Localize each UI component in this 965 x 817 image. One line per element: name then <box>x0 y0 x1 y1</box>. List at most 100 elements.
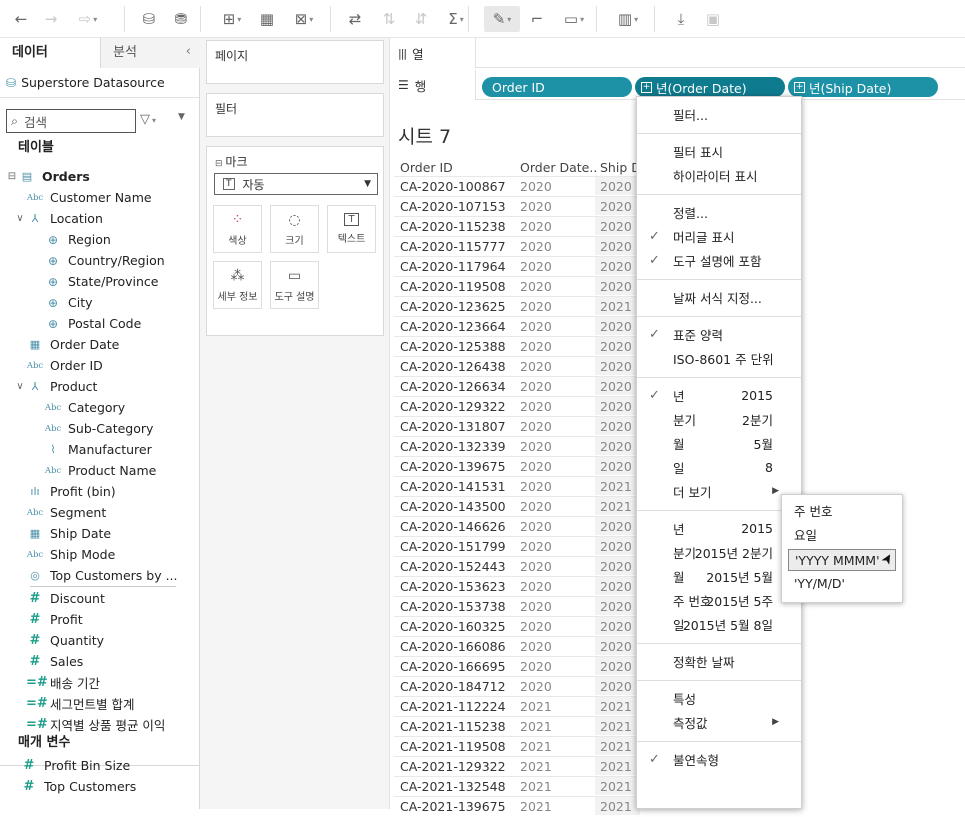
table-row[interactable]: CA-2020-131807 2020 2020 <box>390 417 640 437</box>
field-top-customers-by[interactable]: ◎ Top Customers by ... <box>0 565 190 586</box>
table-row[interactable]: CA-2020-119508 2020 2020 <box>390 277 640 297</box>
field-quantity[interactable]: # Quantity <box>0 630 190 651</box>
row-pill-order-date[interactable]: + 년(Order Date) <box>635 77 785 97</box>
sort-ascending-icon[interactable]: ⇅ <box>376 6 402 32</box>
datasource-item[interactable]: ⛁ Superstore Datasource <box>0 68 199 98</box>
table-row[interactable]: CA-2020-166086 2020 2020 <box>390 637 640 657</box>
table-row[interactable]: CA-2021-119508 2021 2021 <box>390 737 640 757</box>
table-row[interactable]: CA-2020-141531 2020 2021 <box>390 477 640 497</box>
field-product-name[interactable]: Abc Product Name <box>0 460 190 481</box>
menu-item-월[interactable]: 월 5월 <box>637 432 801 454</box>
field-customer-name[interactable]: Abc Customer Name <box>0 187 190 208</box>
field-ship-date[interactable]: ▦ Ship Date <box>0 523 190 544</box>
field-state-province[interactable]: ⊕ State/Province <box>0 271 190 292</box>
filters-card[interactable]: 필터 <box>206 93 384 137</box>
parameter-profit-bin-size[interactable]: # Profit Bin Size <box>0 755 190 776</box>
datasource-refresh-icon[interactable]: ⛃ <box>168 6 194 32</box>
field-discount[interactable]: # Discount <box>0 588 190 609</box>
column-header-order-id[interactable]: Order ID <box>400 160 453 175</box>
submenu-item-0[interactable]: 주 번호 <box>782 501 902 523</box>
filter-fields-icon[interactable]: ▽ ▾ <box>140 112 156 127</box>
table-row[interactable]: CA-2020-166695 2020 2020 <box>390 657 640 677</box>
table-row[interactable]: CA-2020-152443 2020 2020 <box>390 557 640 577</box>
column-header-order-date[interactable]: Order Date.. <box>520 160 597 175</box>
tab-data[interactable]: 데이터 <box>0 38 100 68</box>
field-배송-기간[interactable]: =# 배송 기간 <box>0 672 190 693</box>
clear-sheet-icon[interactable]: ⊠ ▾ <box>286 6 322 32</box>
menu-item-날짜-서식-지정[interactable]: 날짜 서식 지정... <box>637 286 801 308</box>
menu-item-필터-표시[interactable]: 필터 표시 <box>637 140 801 162</box>
swap-icon[interactable]: ⇄ <box>342 6 368 32</box>
table-row[interactable]: CA-2020-151799 2020 2020 <box>390 537 640 557</box>
field-profit[interactable]: # Profit <box>0 609 190 630</box>
menu-item-표준-양력[interactable]: ✓ 표준 양력 <box>637 323 801 345</box>
table-row[interactable]: CA-2020-160325 2020 2020 <box>390 617 640 637</box>
new-worksheet-icon[interactable]: ⊞ ▾ <box>214 6 250 32</box>
submenu-item-1[interactable]: 요일 <box>782 525 902 547</box>
field-segment[interactable]: Abc Segment <box>0 502 190 523</box>
table-row[interactable]: CA-2020-153738 2020 2020 <box>390 597 640 617</box>
table-row[interactable]: CA-2020-125388 2020 2020 <box>390 337 640 357</box>
table-row[interactable]: CA-2021-132548 2021 2021 <box>390 777 640 797</box>
menu-item-분기[interactable]: 분기 2015년 2분기 <box>637 541 801 563</box>
field-manufacturer[interactable]: ⌇ Manufacturer <box>0 439 190 460</box>
field-profit-bin[interactable]: ılı Profit (bin) <box>0 481 190 502</box>
collapse-pane-icon[interactable]: ‹ <box>186 44 191 59</box>
field-product[interactable]: ∨ ⅄ Product <box>0 376 190 397</box>
field-order-date[interactable]: ▦ Order Date <box>0 334 190 355</box>
field-order-id[interactable]: Abc Order ID <box>0 355 190 376</box>
submenu-item-3[interactable]: 'YY/M/D' <box>782 573 902 595</box>
collapse-marks-icon[interactable]: ⊟ <box>215 159 225 169</box>
menu-item-정확한-날짜[interactable]: 정확한 날짜 <box>637 650 801 672</box>
table-row[interactable]: CA-2021-129322 2021 2021 <box>390 757 640 777</box>
mark-detail-button[interactable]: ⁂ 세부 정보 <box>213 261 262 309</box>
pages-card[interactable]: 페이지 <box>206 40 384 84</box>
table-row[interactable]: CA-2020-115777 2020 2020 <box>390 237 640 257</box>
table-row[interactable]: CA-2020-153623 2020 2020 <box>390 577 640 597</box>
sort-descending-icon[interactable]: ⇵ <box>408 6 434 32</box>
mark-type-select[interactable]: T 자동 ▼ <box>214 173 378 195</box>
fit-icon[interactable]: ▭ ▾ <box>556 6 592 32</box>
field-세그먼트별-합계[interactable]: =# 세그먼트별 합계 <box>0 693 190 714</box>
menu-item-분기[interactable]: 분기 2분기 <box>637 408 801 430</box>
table-row[interactable]: CA-2020-132339 2020 2020 <box>390 437 640 457</box>
menu-item-특성[interactable]: 특성 <box>637 687 801 709</box>
menu-item-정렬[interactable]: 정렬... <box>637 201 801 223</box>
new-datasource-icon[interactable]: ⛁ <box>136 6 162 32</box>
menu-item-일[interactable]: 일 2015년 5월 8일 <box>637 613 801 635</box>
table-row[interactable]: CA-2020-126634 2020 2020 <box>390 377 640 397</box>
mark-size-button[interactable]: ◌ 크기 <box>270 205 319 253</box>
table-row[interactable]: CA-2020-115238 2020 2020 <box>390 217 640 237</box>
menu-item-iso-8601-주-단위[interactable]: ISO-8601 주 단위 <box>637 347 801 369</box>
table-row[interactable]: CA-2020-126438 2020 2020 <box>390 357 640 377</box>
row-pill-order-id[interactable]: Order ID <box>482 77 632 97</box>
expand-toggle-icon[interactable]: ∨ <box>14 381 26 392</box>
table-row[interactable]: CA-2020-143500 2020 2021 <box>390 497 640 517</box>
menu-item-불연속형[interactable]: ✓ 불연속형 <box>637 748 801 770</box>
field-country-region[interactable]: ⊕ Country/Region <box>0 250 190 271</box>
menu-item-년[interactable]: ✓ 년 2015 <box>637 384 801 406</box>
back-icon[interactable]: ← <box>8 6 34 32</box>
menu-item-년[interactable]: 년 2015 <box>637 517 801 539</box>
highlight-icon[interactable]: ✎ ▾ <box>484 6 520 32</box>
table-row[interactable]: CA-2020-184712 2020 2020 <box>390 677 640 697</box>
sheet-title[interactable]: 시트 7 <box>398 122 451 149</box>
columns-shelf[interactable]: ||| 열 <box>390 38 965 68</box>
table-row[interactable]: CA-2020-117964 2020 2020 <box>390 257 640 277</box>
table-row[interactable]: CA-2020-139675 2020 2020 <box>390 457 640 477</box>
field-category[interactable]: Abc Category <box>0 397 190 418</box>
field-location[interactable]: ∨ ⅄ Location <box>0 208 190 229</box>
expand-plus-icon[interactable]: + <box>794 81 805 93</box>
mark-text-button[interactable]: T 텍스트 <box>327 205 376 253</box>
table-row[interactable]: CA-2021-139675 2021 2021 <box>390 797 640 817</box>
mark-color-button[interactable]: ⁘ 색상 <box>213 205 262 253</box>
menu-item-측정값[interactable]: 측정값 ▶ <box>637 711 801 733</box>
field-ship-mode[interactable]: Abc Ship Mode <box>0 544 190 565</box>
table-row[interactable]: CA-2020-100867 2020 2020 <box>390 177 640 197</box>
table-row[interactable]: CA-2020-129322 2020 2020 <box>390 397 640 417</box>
menu-item-필터[interactable]: 필터... <box>637 103 801 125</box>
show-me-icon[interactable]: ▥ ▾ <box>610 6 646 32</box>
redo-icon[interactable]: ⇨ ▾ <box>70 6 106 32</box>
download-icon[interactable]: ⤓ <box>668 6 694 32</box>
expand-plus-icon[interactable]: + <box>641 81 652 93</box>
